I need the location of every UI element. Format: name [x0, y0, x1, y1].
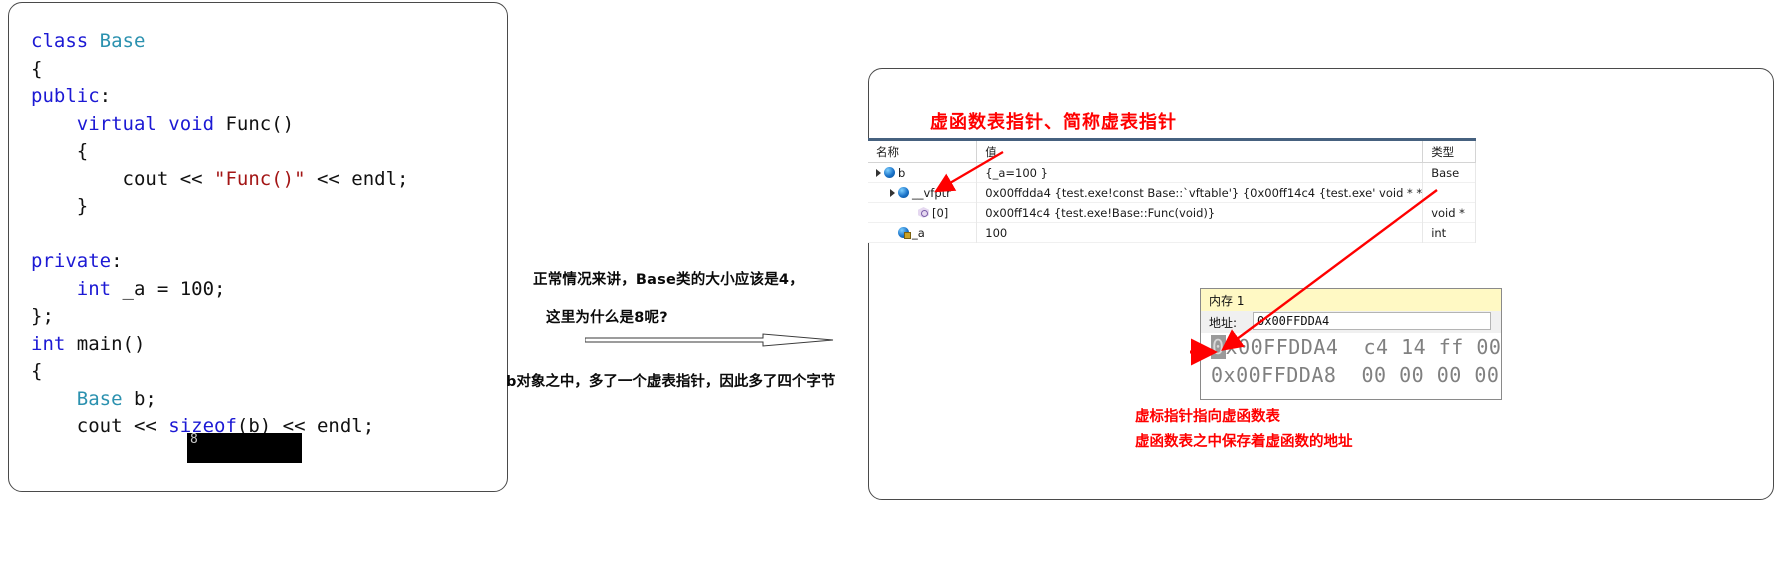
memory-address-input[interactable]: 0x00FFDDA4 — [1253, 312, 1491, 330]
memory-row: 0x00FFDDA4 c4 14 ff 00 — [1201, 333, 1501, 361]
watch-cell-name[interactable]: [0] — [868, 202, 978, 223]
pointer-icon — [918, 207, 929, 218]
watch-table-row[interactable]: [0] 0x00ff14c4 {test.exe!Base::Func(void)… — [868, 202, 1476, 223]
bottom-note-line-1: 虚标指针指向虚函数表 — [1135, 409, 1280, 425]
memory-row: 0x00FFDDA8 00 00 00 00 — [1201, 361, 1501, 389]
watch-cell-name[interactable]: b — [868, 162, 978, 183]
watch-cell-value[interactable]: 0x00ffdda4 {test.exe!const Base::`vftabl… — [976, 182, 1424, 203]
watch-variable-name: [0] — [932, 205, 949, 220]
memory-bytes: 00 00 00 00 — [1336, 363, 1500, 387]
memory-selected-byte: 0 — [1211, 335, 1226, 359]
vtable-bottom-annotation: 虚标指针指向虚函数表 虚函数表之中保存着虚函数的地址 — [1135, 405, 1353, 455]
column-header-type[interactable]: 类型 — [1422, 139, 1476, 163]
cpp-source-code: class Base { public: virtual void Func()… — [31, 30, 409, 437]
watch-cell-type: void * — [1422, 202, 1476, 223]
watch-table-row[interactable]: __vfptr 0x00ffdda4 {test.exe!const Base::… — [868, 182, 1476, 203]
annotation-normal-size: 正常情况来讲，Base类的大小应该是4， — [533, 272, 804, 288]
watch-cell-type: int — [1422, 222, 1476, 243]
column-header-value[interactable]: 值 — [976, 139, 1424, 163]
watch-cell-value[interactable]: {_a=100 } — [976, 162, 1424, 183]
watch-variable-name: __vfptr — [912, 185, 951, 200]
memory-window: 内存 1 地址: 0x00FFDDA4 0x00FFDDA4 c4 14 ff … — [1200, 288, 1502, 400]
object-icon — [898, 187, 909, 198]
memory-bytes: c4 14 ff 00 — [1338, 335, 1502, 359]
watch-cell-type — [1422, 182, 1476, 203]
watch-table-row[interactable]: b {_a=100 } Base — [868, 162, 1476, 183]
console-output-text: 8 — [190, 432, 198, 447]
object-icon — [884, 167, 895, 178]
watch-variable-name: _a — [912, 225, 925, 240]
expander-triangle-icon[interactable] — [876, 168, 881, 177]
vtable-pointer-title: 虚函数表指针、简称虚表指针 — [930, 112, 1177, 133]
watch-header-row: 名称 值 类型 — [868, 139, 1476, 163]
watch-cell-type: Base — [1422, 162, 1476, 183]
watch-cell-name[interactable]: _a — [868, 222, 978, 243]
code-card: class Base { public: virtual void Func()… — [8, 2, 508, 492]
expander-triangle-icon[interactable] — [890, 188, 895, 197]
watch-cell-name[interactable]: __vfptr — [868, 182, 978, 203]
memory-hex-dump: 0x00FFDDA4 c4 14 ff 00 0x00FFDDA8 00 00 0… — [1201, 333, 1501, 399]
memory-address-label: 地址: — [1209, 316, 1238, 330]
memory-address: 0x00FFDDA8 — [1211, 363, 1337, 387]
watch-window-table[interactable]: 名称 值 类型 b {_a=100 } Base __vfptr 0x00ffdda4 … — [868, 138, 1476, 243]
annotation-why-eight: 这里为什么是8呢? — [546, 310, 668, 326]
memory-address-row: 地址: 0x00FFDDA4 — [1201, 311, 1501, 333]
watch-cell-value[interactable]: 0x00ff14c4 {test.exe!Base::Func(void)} — [976, 202, 1424, 223]
console-output-box: 8 — [187, 433, 302, 463]
bottom-note-line-2: 虚函数表之中保存着虚函数的地址 — [1135, 434, 1353, 450]
watch-variable-name: b — [898, 165, 906, 180]
private-field-icon — [898, 227, 911, 239]
memory-window-title: 内存 1 — [1209, 294, 1245, 308]
watch-table-row[interactable]: _a 100 int — [868, 222, 1476, 243]
annotation-vptr-explanation: b对象之中，多了一个虚表指针，因此多了四个字节 — [506, 374, 836, 390]
memory-window-titlebar: 内存 1 — [1201, 289, 1501, 312]
watch-cell-value[interactable]: 100 — [976, 222, 1424, 243]
horizontal-arrow-icon — [585, 333, 834, 347]
memory-address: x00FFDDA4 — [1225, 335, 1339, 359]
column-header-name[interactable]: 名称 — [868, 139, 978, 163]
